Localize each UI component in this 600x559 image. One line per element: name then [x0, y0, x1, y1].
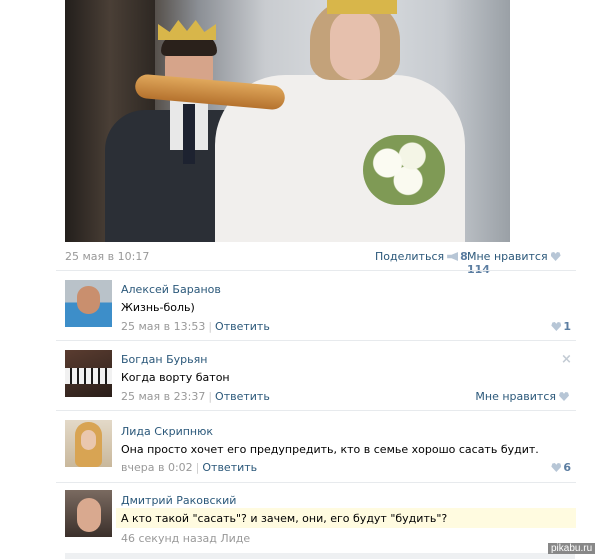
comment: Богдан Бурьян × Когда ворту батон 25 мая…: [56, 340, 576, 410]
share-button[interactable]: Поделиться 8: [375, 250, 468, 263]
reply-button[interactable]: Ответить: [215, 390, 270, 403]
bouquet: [363, 135, 445, 205]
comment-time[interactable]: вчера в 0:02: [121, 461, 193, 474]
like-label: Мне нравится: [467, 250, 548, 263]
comment-text: А кто такой "сасать"? и зачем, они, его …: [121, 512, 448, 525]
megaphone-icon: [447, 252, 459, 261]
share-label: Поделиться: [375, 250, 445, 263]
bottom-bar: [65, 553, 575, 559]
groom-tie: [183, 104, 195, 164]
comment: Лида Скрипнюк Она просто хочет его преду…: [56, 410, 576, 480]
divider: [56, 482, 576, 483]
comment-like-button[interactable]: 1: [548, 320, 571, 333]
watermark: pikabu.ru: [548, 543, 596, 554]
divider: [56, 410, 576, 411]
post-date[interactable]: 25 мая в 10:17: [65, 250, 149, 263]
comment-author[interactable]: Алексей Баранов: [121, 283, 221, 296]
comment-like-button[interactable]: Мне нравится: [475, 390, 571, 403]
comment-like-button[interactable]: 6: [548, 461, 571, 474]
heart-icon: [551, 322, 562, 331]
comment-like-label: Мне нравится: [475, 390, 556, 403]
comment-text: Жизнь-боль): [121, 301, 195, 314]
heart-icon: [550, 252, 561, 261]
comment: Дмитрий Раковский А кто такой "сасать"? …: [56, 482, 576, 552]
comment-author[interactable]: Лида Скрипнюк: [121, 425, 213, 438]
groom-crown: [158, 20, 216, 40]
comment-text: Она просто хочет его предупредить, кто в…: [121, 443, 539, 456]
avatar[interactable]: [65, 280, 112, 327]
avatar[interactable]: [65, 490, 112, 537]
comment-text: Когда ворту батон: [121, 371, 230, 384]
comment-meta: 25 мая в 13:53 | Ответить: [121, 320, 270, 333]
heart-icon: [559, 392, 569, 401]
divider: [56, 270, 576, 271]
post-meta: 25 мая в 10:17 Поделиться 8 Мне нравится1…: [65, 250, 571, 276]
comment: Алексей Баранов Жизнь-боль) 25 мая в 13:…: [56, 270, 576, 340]
reply-button[interactable]: Ответить: [215, 320, 270, 333]
comment-meta: 46 секунд назад Лиде: [121, 532, 250, 545]
comment-meta: 25 мая в 23:37 | Ответить: [121, 390, 270, 403]
comment-like-count: 6: [563, 461, 571, 474]
comment-author[interactable]: Дмитрий Раковский: [121, 494, 236, 507]
comment-like-count: 1: [563, 320, 571, 333]
comment-meta: вчера в 0:02 | Ответить: [121, 461, 258, 474]
avatar[interactable]: [65, 420, 112, 467]
close-icon[interactable]: ×: [561, 353, 572, 366]
reply-button[interactable]: Ответить: [202, 461, 257, 474]
comment-time[interactable]: 25 мая в 13:53: [121, 320, 205, 333]
comment-time[interactable]: 46 секунд назад Лиде: [121, 532, 250, 545]
comment-author[interactable]: Богдан Бурьян: [121, 353, 207, 366]
divider: [56, 340, 576, 341]
heart-icon: [551, 463, 562, 472]
post-photo[interactable]: [65, 0, 510, 242]
bride-face: [330, 10, 380, 80]
bride-crown: [327, 0, 397, 14]
comment-time[interactable]: 25 мая в 23:37: [121, 390, 205, 403]
avatar[interactable]: [65, 350, 112, 397]
